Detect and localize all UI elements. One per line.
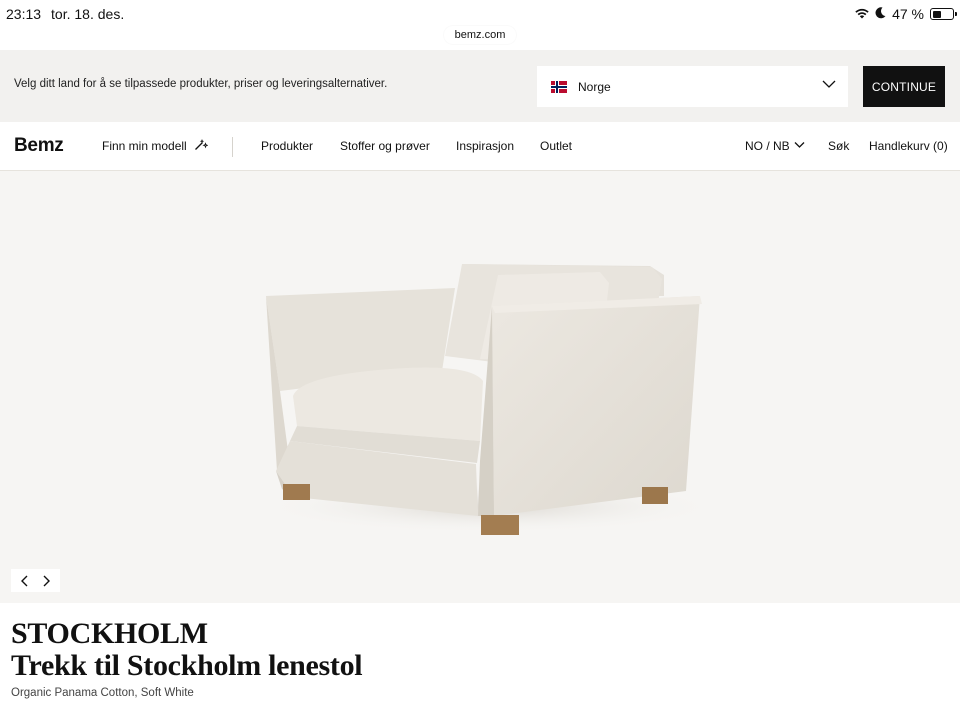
nav-products[interactable]: Produkter <box>261 139 313 153</box>
nav-divider <box>232 137 233 157</box>
product-model: STOCKHOLM <box>11 617 208 650</box>
leg <box>642 487 668 504</box>
language-selector[interactable]: NO / NB <box>745 139 805 153</box>
product-hero-gallery <box>0 171 960 603</box>
leg <box>481 515 519 535</box>
norway-flag-icon <box>551 80 567 93</box>
nav-fabrics-samples[interactable]: Stoffer og prøver <box>340 139 430 153</box>
leg <box>283 484 310 500</box>
status-left: 23:13 tor. 18. des. <box>6 6 124 22</box>
chevron-down-icon <box>794 139 805 153</box>
status-date: tor. 18. des. <box>51 6 125 22</box>
status-right: 47 % <box>855 6 957 22</box>
gallery-nav <box>11 569 60 592</box>
bemz-logo[interactable]: Bemz <box>14 135 64 157</box>
address-bar[interactable]: bemz.com <box>444 26 516 44</box>
magic-wand-icon <box>194 137 209 154</box>
country-banner-message: Velg ditt land for å se tilpassede produ… <box>14 78 388 90</box>
product-name: Trekk til Stockholm lenestol <box>11 649 363 682</box>
armchair-image <box>260 264 720 535</box>
main-header: Bemz Finn min modell Produkter Stoffer o… <box>0 122 960 171</box>
product-info: STOCKHOLM Trekk til Stockholm lenestol O… <box>0 603 960 720</box>
selected-country: Norge <box>578 79 611 94</box>
search-link[interactable]: Søk <box>828 139 849 153</box>
chevron-down-icon <box>822 77 836 96</box>
country-select[interactable]: Norge <box>537 66 848 107</box>
moon-icon <box>875 6 886 22</box>
status-bar: 23:13 tor. 18. des. 47 % <box>0 0 960 28</box>
battery-percentage: 47 % <box>892 6 924 22</box>
product-variant: Organic Panama Cotton, Soft White <box>11 687 194 699</box>
cart-link[interactable]: Handlekurv (0) <box>869 139 948 153</box>
chevron-left-icon[interactable] <box>17 573 33 589</box>
find-model-label: Finn min modell <box>102 138 187 153</box>
wifi-icon <box>855 6 869 22</box>
nav-outlet[interactable]: Outlet <box>540 139 572 153</box>
status-time: 23:13 <box>6 6 42 22</box>
chevron-right-icon[interactable] <box>38 573 54 589</box>
battery-level <box>932 10 942 18</box>
battery-icon <box>930 8 957 20</box>
find-my-model-link[interactable]: Finn min modell <box>102 137 209 154</box>
language-label: NO / NB <box>745 139 790 153</box>
nav-inspiration[interactable]: Inspirasjon <box>456 139 514 153</box>
continue-button[interactable]: CONTINUE <box>863 66 945 107</box>
